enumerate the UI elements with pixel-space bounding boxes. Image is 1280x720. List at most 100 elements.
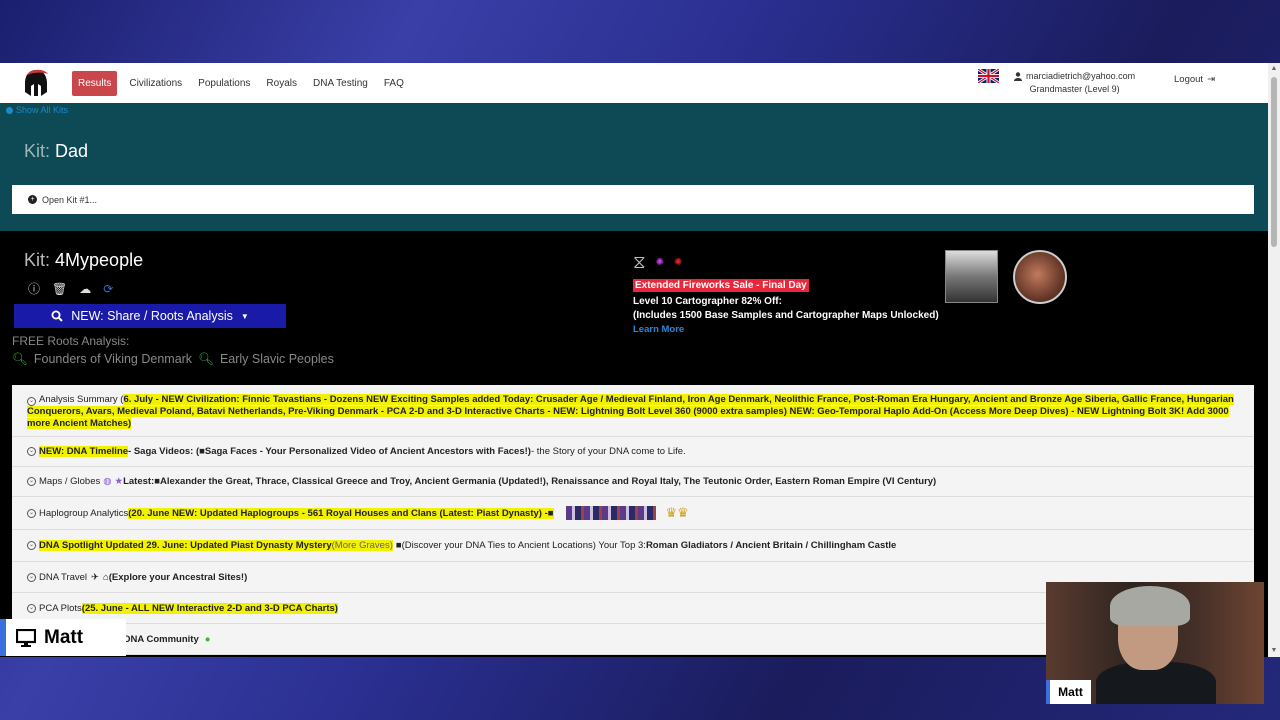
nav-populations[interactable]: Populations [190,72,258,95]
haplogroup-text: (20. June NEW: Updated Haplogroups - 561… [128,507,548,519]
analysis-summary-label: Analysis Summary ( [39,394,124,405]
webcam-feed: Matt [1046,582,1264,704]
kit-actions: ⓘ 🗑 ☁ ⟳ [28,280,113,297]
chat-icon: ● [204,633,211,645]
scrollbar-thumb[interactable] [1271,77,1277,247]
dna-spotlight-text: DNA Spotlight Updated 29. June: Updated … [39,540,332,551]
kit-name: Dad [55,141,89,161]
maps-globes-label: Maps / Globes [39,476,101,487]
browser-page: Results Civilizations Populations Royals… [0,63,1268,657]
dot-icon [6,106,13,114]
promo-line-1: Level 10 Cartographer 82% Off: [633,296,782,307]
dna-spotlight-top3: Roman Gladiators / Ancient Britain / Chi… [645,540,897,551]
firework-icon: ✺ [655,256,665,268]
nav-results[interactable]: Results [72,70,118,96]
plane-icon: ✈ [91,571,100,583]
promo-line-2: (Includes 1500 Base Samples and Cartogra… [633,310,939,321]
globe-icon: ◍ [103,476,112,487]
dna-timeline-row[interactable]: ⌄ NEW: DNA Timeline - Saga Videos: ( ■ S… [12,437,1254,467]
analysis-summary-text: 6. July - NEW Civilization: Finnic Tavas… [27,394,1234,429]
scroll-up-icon[interactable]: ▲ [1270,65,1278,73]
more-graves-link[interactable]: (More Graves) [331,540,393,551]
free-roots-link-viking[interactable]: Founders of Viking Denmark [34,352,192,367]
ancestor-portrait-image[interactable] [1013,250,1067,304]
uk-flag-icon[interactable] [978,69,999,83]
webcam-name-label: Matt [1046,680,1091,704]
dna-spotlight-desc: (Discover your DNA Ties to Ancient Locat… [401,540,646,551]
monitor-icon [16,628,36,647]
info-icon[interactable]: ⓘ [28,280,40,297]
maps-globes-row[interactable]: ⌄ Maps / Globes ◍ ★ Latest: ■ Alexander … [12,467,1254,497]
kit-header-section: Show All Kits Kit: Dad + Open Kit #1... [0,103,1268,231]
kit-name: 4Mypeople [55,250,144,270]
logout-label: Logout [1174,74,1204,85]
maps-latest-text: Alexander the Great, Thrace, Classical G… [159,476,937,487]
search-icon: 🔍︎ [198,352,214,366]
warrior-portrait-image[interactable] [945,250,998,303]
plus-circle-icon: + [28,195,37,204]
hourglass-icon: ⧖ [633,251,646,272]
user-icon [1014,72,1022,81]
sale-badge: Extended Fireworks Sale - Final Day [633,279,809,292]
logout-icon: ⇥ [1207,74,1216,85]
kit-title-4mypeople: Kit: 4Mypeople [24,250,143,271]
nav-royals[interactable]: Royals [258,72,305,95]
user-info[interactable]: marciadietrich@yahoo.com Grandmaster (Le… [1014,70,1135,96]
video-icon: ■ [547,507,554,519]
spartan-helmet-logo[interactable] [22,68,50,98]
learn-more-link[interactable]: Learn More [633,324,939,335]
user-level: Grandmaster (Level 9) [1029,84,1120,94]
search-icon: 🔍︎ [12,352,28,366]
kit-title-dad: Kit: Dad [24,141,88,162]
haplogroup-row[interactable]: ⌄ Haplogroup Analytics (20. June NEW: Up… [12,497,1254,530]
chevron-circle-icon: ⌄ [27,397,36,406]
chevron-circle-icon: ⌄ [27,447,36,456]
kit-prefix: Kit: [24,141,51,161]
streamer-name-overlay: Matt [0,619,126,656]
dna-timeline-label: NEW: DNA Timeline [39,446,129,457]
saga-videos-label: - Saga Videos: ( [128,446,200,457]
free-roots-link-slavic[interactable]: Early Slavic Peoples [220,352,334,367]
pca-plots-label: PCA Plots [39,602,82,614]
nav-faq[interactable]: FAQ [376,72,412,95]
open-kit-bar[interactable]: + Open Kit #1... [12,185,1254,214]
caret-down-icon: ▼ [240,311,249,321]
kit-prefix: Kit: [24,250,51,270]
dna-travel-text: (Explore your Ancestral Sites!) [108,571,248,583]
analysis-summary-row[interactable]: ⌄ Analysis Summary (6. July - NEW Civiliz… [12,385,1254,437]
dna-travel-label: DNA Travel [39,571,88,583]
scroll-down-icon[interactable]: ▼ [1270,647,1278,655]
trash-icon[interactable]: 🗑 [52,282,67,296]
page-scrollbar[interactable]: ▲ ▼ [1268,63,1280,657]
open-kit-label: Open Kit #1... [42,194,98,205]
share-roots-button[interactable]: NEW: Share / Roots Analysis ▼ [14,304,286,328]
search-icon [51,310,63,322]
cloud-download-icon[interactable]: ☁ [79,282,91,296]
chevron-circle-icon: ⌄ [27,603,36,613]
chevron-circle-icon: ⌄ [27,541,36,550]
nav-civilizations[interactable]: Civilizations [121,72,190,95]
dna-spotlight-row[interactable]: ⌄ DNA Spotlight Updated 29. June: Update… [12,530,1254,562]
free-roots-label: FREE Roots Analysis: [12,334,130,348]
pca-plots-text: (25. June - ALL NEW Interactive 2-D and … [81,602,338,614]
tartan-strip-image [565,506,656,520]
haplogroup-label: Haplogroup Analytics [39,507,129,519]
promo-block: ⧖ ✺ ✺ Extended Fireworks Sale - Final Da… [633,249,939,335]
chevron-circle-icon: ⌄ [27,477,36,486]
streamer-name: Matt [44,626,84,648]
crown-icon: ♛♛ [665,505,689,520]
webcam-person-hair [1110,586,1190,626]
nav-dna-testing[interactable]: DNA Testing [305,72,376,95]
show-all-kits-label: Show All Kits [16,105,69,115]
share-button-label: NEW: Share / Roots Analysis [71,309,233,323]
timeline-end-text: - the Story of your DNA come to Life. [530,446,686,457]
star-icon: ★ [114,476,124,487]
saga-faces-text: Saga Faces - Your Personalized Video of … [204,446,531,457]
top-navbar: Results Civilizations Populations Royals… [0,63,1268,103]
logout-link[interactable]: Logout ⇥ [1174,74,1215,85]
show-all-kits-link[interactable]: Show All Kits [6,105,68,115]
refresh-icon[interactable]: ⟳ [103,282,113,296]
free-roots-links: 🔍︎ Founders of Viking Denmark 🔍︎ Early S… [12,352,334,367]
user-email: marciadietrich@yahoo.com [1026,71,1136,81]
chevron-circle-icon: ⌄ [27,508,36,518]
